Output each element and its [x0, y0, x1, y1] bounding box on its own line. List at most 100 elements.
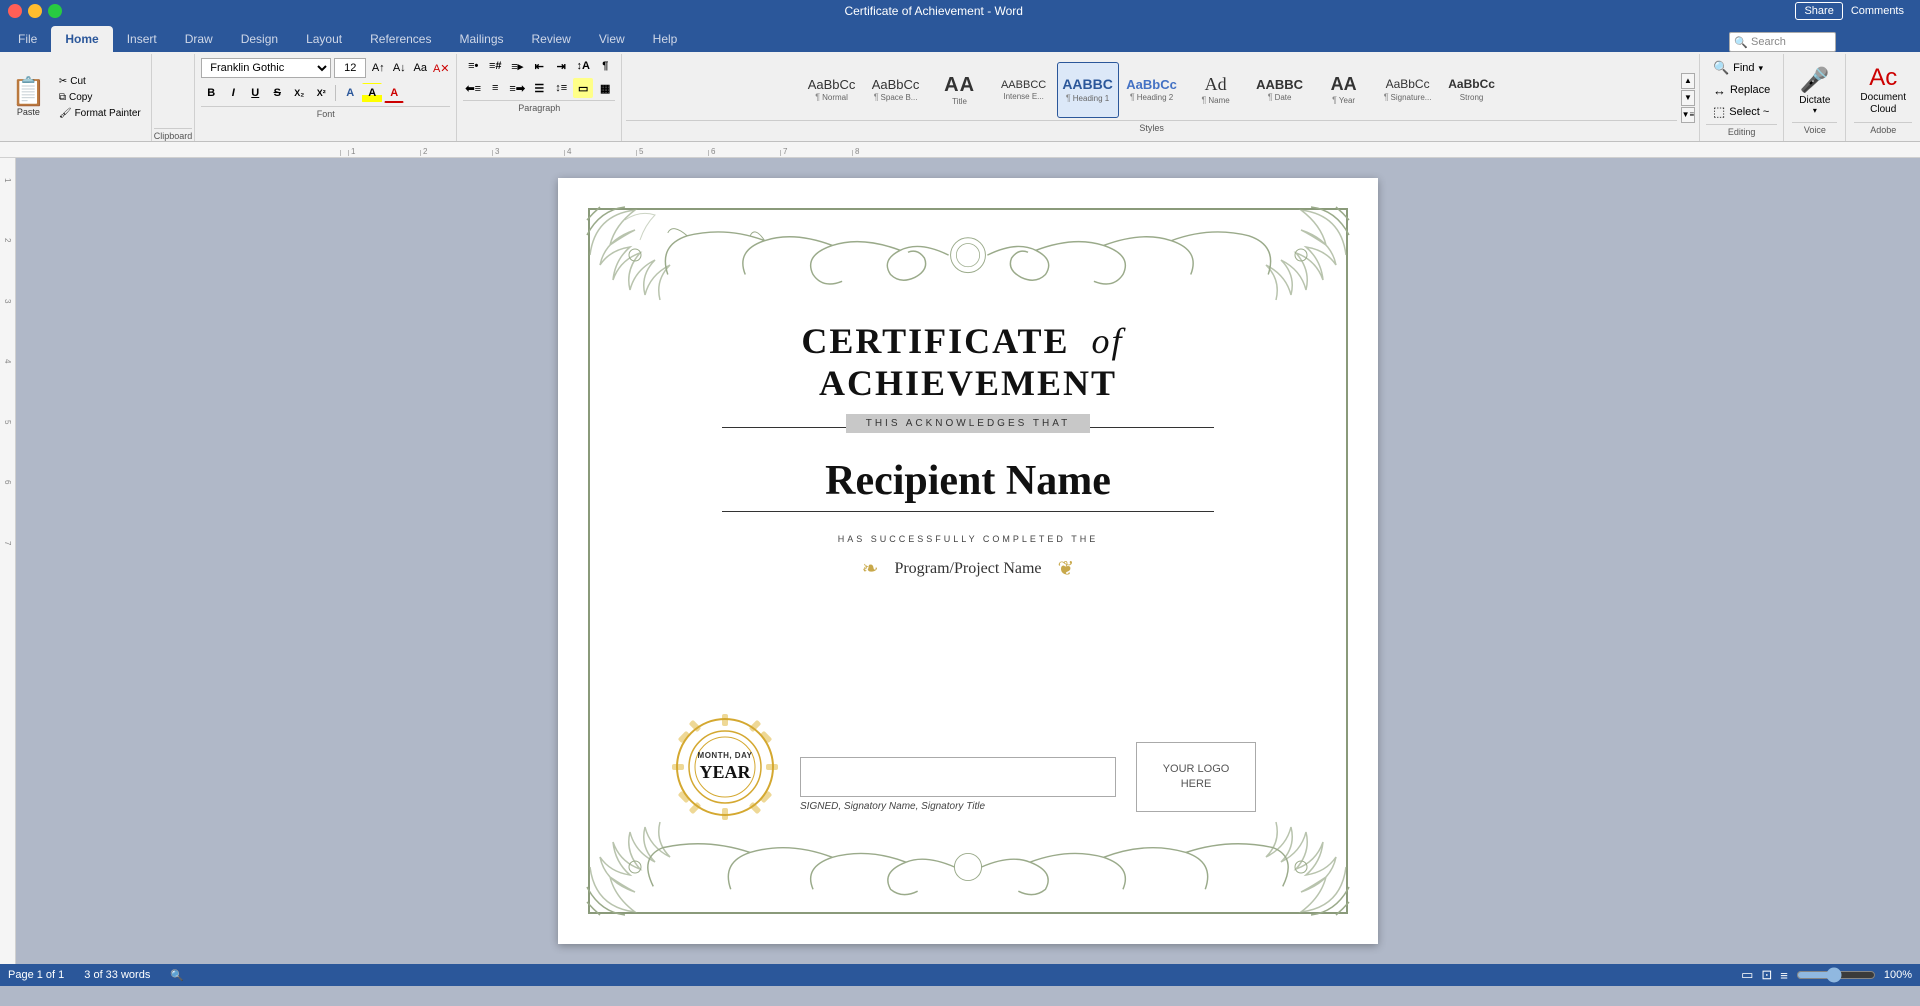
tab-draw[interactable]: Draw	[171, 26, 227, 52]
underline-button[interactable]: U	[245, 83, 265, 103]
style-normal[interactable]: AaBbCc ¶ Normal	[801, 62, 863, 118]
multilevel-button[interactable]: ≡▸	[507, 56, 527, 76]
print-layout-button[interactable]: ▭	[1741, 967, 1753, 983]
zoom-slider[interactable]	[1796, 967, 1876, 983]
text-effects-button[interactable]: A	[340, 83, 360, 103]
align-right-button[interactable]: ≡➡	[507, 78, 527, 98]
proofing-icon: 🔍	[170, 969, 184, 982]
styles-scroll-up[interactable]: ▲	[1681, 73, 1695, 89]
style-sig-preview: AaBbCc	[1386, 78, 1430, 91]
line-spacing-button[interactable]: ↕≡	[551, 78, 571, 98]
title-bar: Certificate of Achievement - Word Share …	[0, 0, 1920, 22]
style-date-mark: ¶	[1268, 92, 1273, 102]
styles-expand[interactable]: ▼≡	[1681, 107, 1695, 123]
bullets-button[interactable]: ≡•	[463, 56, 483, 76]
close-btn[interactable]	[8, 4, 22, 18]
style-year-mark: ¶	[1332, 95, 1337, 105]
select-button[interactable]: ⬚ Select ~	[1706, 102, 1777, 122]
font-name-select[interactable]: Franklin Gothic	[201, 58, 331, 78]
show-marks-button[interactable]: ¶	[595, 56, 615, 76]
tab-design[interactable]: Design	[227, 26, 292, 52]
cert-completed-text: HAS SUCCESSFULLY COMPLETED THE	[838, 534, 1099, 544]
share-button[interactable]: Share	[1795, 2, 1842, 20]
web-layout-button[interactable]: ⊡	[1761, 967, 1772, 983]
font-size-input[interactable]	[334, 58, 366, 78]
style-h2-preview: AaBbCc	[1126, 78, 1177, 92]
text-highlight-button[interactable]: A	[362, 83, 382, 103]
document-area[interactable]: CERTIFICATE of ACHIEVEMENT THIS ACKNOWLE…	[16, 158, 1920, 964]
style-signature-style[interactable]: AaBbCc ¶ Signature...	[1377, 62, 1439, 118]
tab-review[interactable]: Review	[518, 26, 585, 52]
cert-title-achievement: ACHIEVEMENT	[819, 363, 1117, 403]
cert-program-name[interactable]: Program/Project Name	[894, 560, 1041, 578]
cert-logo-box[interactable]: YOUR LOGO HERE	[1136, 742, 1256, 812]
format-painter-button[interactable]: 🖌 Format Painter	[55, 106, 145, 121]
font-name-row: Franklin Gothic A↑ A↓ Aa A✕	[201, 56, 450, 80]
tab-view[interactable]: View	[585, 26, 639, 52]
strikethrough-button[interactable]: S	[267, 83, 287, 103]
search-box[interactable]: 🔍 Search	[1729, 32, 1836, 52]
tab-references[interactable]: References	[356, 26, 445, 52]
increase-indent-button[interactable]: ⇥	[551, 56, 571, 76]
comments-button[interactable]: Comments	[1843, 3, 1912, 19]
paste-icon: 📋	[11, 78, 46, 106]
page-info: Page 1 of 1	[8, 969, 64, 981]
align-left-button[interactable]: ⬅≡	[463, 78, 483, 98]
tab-layout[interactable]: Layout	[292, 26, 356, 52]
decrease-indent-button[interactable]: ⇤	[529, 56, 549, 76]
clear-formatting-button[interactable]: A✕	[432, 59, 450, 77]
tab-file[interactable]: File	[4, 26, 51, 52]
cert-recipient-name[interactable]: Recipient Name	[825, 457, 1111, 505]
paragraph-row1: ≡• ≡# ≡▸ ⇤ ⇥ ↕A ¶	[463, 56, 615, 76]
copy-button[interactable]: ⧉ Copy	[55, 90, 145, 105]
tab-insert[interactable]: Insert	[113, 26, 171, 52]
shrink-font-button[interactable]: A↓	[390, 59, 408, 77]
minimize-btn[interactable]	[28, 4, 42, 18]
dictate-button[interactable]: 🎤 Dictate ▾	[1792, 61, 1837, 120]
copy-icon: ⧉	[59, 92, 66, 103]
font-group: Franklin Gothic A↑ A↓ Aa A✕ B I U S X₂ X…	[195, 54, 457, 141]
document-page[interactable]: CERTIFICATE of ACHIEVEMENT THIS ACKNOWLE…	[558, 178, 1378, 944]
style-name[interactable]: Ad ¶ Name	[1185, 62, 1247, 118]
align-center-button[interactable]: ≡	[485, 78, 505, 98]
subscript-button[interactable]: X₂	[289, 83, 309, 103]
cut-button[interactable]: ✂ Cut	[55, 74, 145, 89]
style-title[interactable]: AA Title	[929, 62, 991, 118]
italic-button[interactable]: I	[223, 83, 243, 103]
grow-font-button[interactable]: A↑	[369, 59, 387, 77]
style-heading2[interactable]: AaBbCc ¶ Heading 2	[1121, 62, 1183, 118]
tab-help[interactable]: Help	[639, 26, 692, 52]
style-date[interactable]: AABBC ¶ Date	[1249, 62, 1311, 118]
change-case-button[interactable]: Aa	[411, 59, 429, 77]
style-date-preview: AABBC	[1256, 78, 1303, 92]
style-h2-mark: ¶	[1130, 92, 1135, 102]
font-color-button[interactable]: A	[384, 83, 404, 103]
style-heading1[interactable]: AABBC ¶ Heading 1	[1057, 62, 1119, 118]
borders-button[interactable]: ▦	[595, 78, 615, 98]
styles-scroll-down[interactable]: ▼	[1681, 90, 1695, 106]
maximize-btn[interactable]	[48, 4, 62, 18]
tab-home[interactable]: Home	[51, 26, 112, 52]
superscript-button[interactable]: X²	[311, 83, 331, 103]
bottom-scroll-decoration	[600, 832, 1336, 902]
document-cloud-button[interactable]: Ac DocumentCloud	[1854, 60, 1912, 120]
read-mode-button[interactable]: ≡	[1780, 968, 1788, 983]
tab-mailings[interactable]: Mailings	[445, 26, 517, 52]
shading-button[interactable]: ▭	[573, 78, 593, 98]
font-label: Font	[201, 106, 450, 119]
justify-button[interactable]: ☰	[529, 78, 549, 98]
styles-group: AaBbCc ¶ Normal AaBbCc ¶ Space B...	[622, 54, 1700, 141]
style-h1-label: Heading 1	[1073, 94, 1109, 103]
find-button[interactable]: 🔍 Find ▾	[1706, 58, 1777, 78]
numbering-button[interactable]: ≡#	[485, 56, 505, 76]
style-normal-mark: ¶	[815, 92, 820, 102]
style-space-b[interactable]: AaBbCc ¶ Space B...	[865, 62, 927, 118]
style-intense-e[interactable]: AABBCC Intense E...	[993, 62, 1055, 118]
replace-button[interactable]: ↔ Replace	[1706, 80, 1777, 100]
sort-button[interactable]: ↕A	[573, 56, 593, 76]
bold-button[interactable]: B	[201, 83, 221, 103]
paste-button[interactable]: 📋 Paste	[6, 75, 51, 120]
style-year[interactable]: AA ¶ Year	[1313, 62, 1375, 118]
signature-label: SIGNED, Signatory Name, Signatory Title	[800, 801, 1116, 812]
style-strong[interactable]: AaBbCc Strong	[1441, 62, 1503, 118]
